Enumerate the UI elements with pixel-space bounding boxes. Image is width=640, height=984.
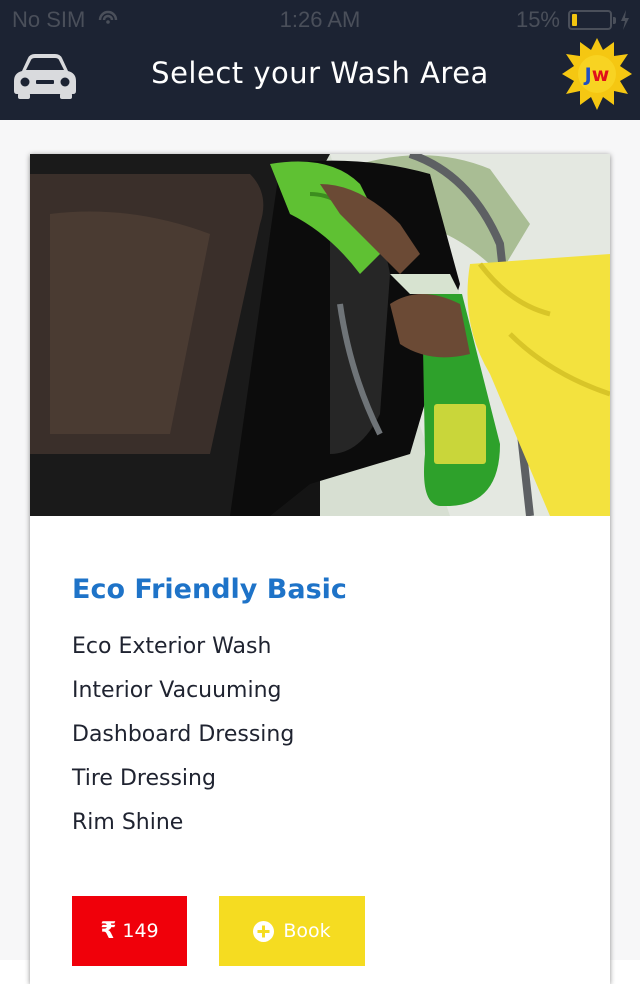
svg-text:Jw: Jw (583, 64, 610, 86)
battery-percent: 15% (515, 7, 560, 32)
package-title: Eco Friendly Basic (72, 574, 347, 605)
status-right: 15% (516, 7, 630, 33)
book-label: Book (283, 920, 331, 942)
app-header: No SIM 1:26 AM 15% Select your Wash Area… (0, 0, 640, 120)
book-button[interactable]: Book (219, 896, 365, 966)
logo-letter-w: w (592, 64, 610, 86)
feature-list: Eco Exterior Wash Interior Vacuuming Das… (72, 632, 294, 852)
jw-logo[interactable]: Jw (560, 34, 634, 114)
feature-item: Eco Exterior Wash (72, 634, 272, 659)
battery-cap (613, 17, 616, 24)
battery-level (572, 14, 577, 26)
price-amount: 149 (122, 920, 159, 942)
plus-circle-icon (253, 920, 275, 942)
price-button[interactable]: ₹ 149 (72, 896, 187, 966)
feature-item: Interior Vacuuming (72, 678, 282, 703)
rupee-icon: ₹ (100, 918, 117, 944)
logo-letter-j: J (583, 64, 592, 86)
wash-package-card: Eco Friendly Basic Eco Exterior Wash Int… (30, 154, 610, 984)
feature-item: Dashboard Dressing (72, 722, 295, 747)
feature-item: Tire Dressing (72, 766, 216, 791)
car-wash-photo (30, 154, 610, 516)
status-bar: No SIM 1:26 AM 15% (0, 0, 640, 40)
battery-icon (568, 10, 616, 30)
feature-item: Rim Shine (72, 810, 184, 835)
content-area: Eco Friendly Basic Eco Exterior Wash Int… (0, 120, 640, 984)
charging-bolt-icon (621, 10, 629, 30)
page-title: Select your Wash Area (151, 56, 489, 90)
